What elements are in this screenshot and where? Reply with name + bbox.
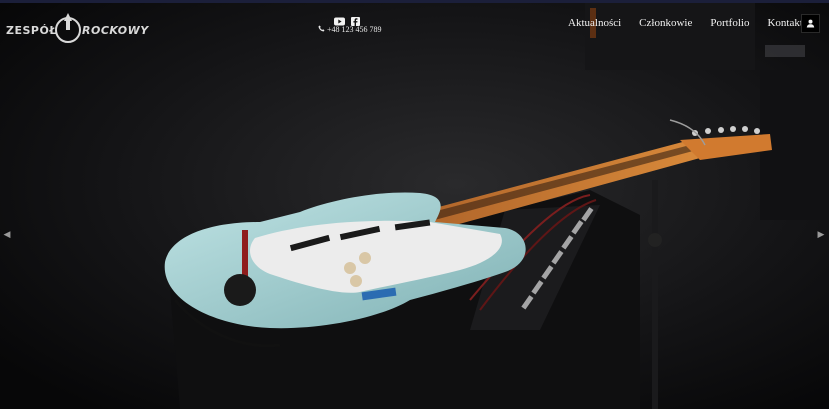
slider-next-arrow-icon[interactable]: ▶ [816,229,826,241]
logo-word-right: ROCKOWY [82,24,149,37]
main-nav: Aktualności Członkowie Portfolio Kontakt [560,17,813,29]
phone-icon [318,25,325,34]
site-header: ZESPÓŁ ROCKOWY +48 123 456 789 Aktualnoś… [0,3,829,47]
logo-word-left: ZESPÓŁ [6,24,57,37]
youtube-icon[interactable] [334,13,345,26]
nav-item-portfolio[interactable]: Portfolio [710,17,749,29]
facebook-icon[interactable] [351,13,362,26]
guitar-pick-logo-icon [55,13,81,43]
user-account-button[interactable] [801,14,820,33]
phone-contact[interactable]: +48 123 456 789 [318,25,382,34]
nav-item-czlonkowie[interactable]: Członkowie [639,17,692,29]
nav-item-kontakt[interactable]: Kontakt [767,17,802,29]
hero-image [0,0,829,409]
phone-number: +48 123 456 789 [327,25,382,34]
nav-item-aktualnosci[interactable]: Aktualności [568,17,621,29]
social-links [334,13,362,26]
band-logo[interactable]: ZESPÓŁ ROCKOWY [6,11,148,45]
user-icon [806,19,815,28]
slider-prev-arrow-icon[interactable]: ◀ [2,229,12,241]
